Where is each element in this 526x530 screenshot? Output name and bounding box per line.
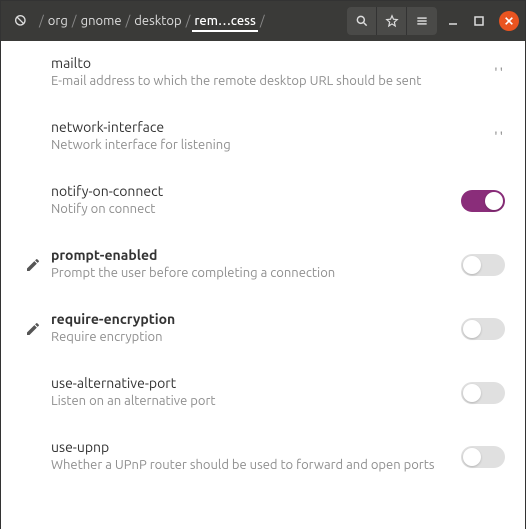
toggle-knob [485,192,503,210]
setting-value: '' [445,129,505,145]
close-button[interactable] [499,11,519,31]
setting-desc: Listen on an alternative port [51,393,445,411]
toggle-knob [463,256,481,274]
setting-text: mailto E-mail address to which the remote… [47,55,445,91]
edited-icon [19,321,47,337]
toggle-knob [463,320,481,338]
setting-key: notify-on-connect [51,183,445,199]
setting-key: require-encryption [51,311,445,327]
settings-list[interactable]: mailto E-mail address to which the remote… [1,41,525,530]
breadcrumb-sep: / [37,14,46,28]
setting-value [445,254,505,276]
crumb-gnome[interactable]: gnome [79,10,124,32]
setting-desc: Notify on connect [51,201,445,219]
bookmark-button[interactable] [377,7,407,35]
toggle-knob [463,384,481,402]
edited-icon [19,257,47,273]
crumb-remote-access[interactable]: rem…cess [192,10,257,32]
setting-row-mailto[interactable]: mailto E-mail address to which the remote… [1,41,525,105]
setting-text: notify-on-connect Notify on connect [47,183,445,219]
breadcrumb-sep: / [184,14,193,28]
app-icon [7,7,35,35]
breadcrumb-sep: / [258,14,267,28]
crumb-desktop[interactable]: desktop [132,10,183,32]
setting-text: use-alternative-port Listen on an alterna… [47,375,445,411]
toggle-knob [463,448,481,466]
titlebar: / org / gnome / desktop / rem…cess / [1,1,525,41]
setting-value: '' [445,65,505,81]
setting-row-require-encryption[interactable]: require-encryption Require encryption [1,297,525,361]
string-value: '' [494,129,505,145]
string-value: '' [494,65,505,81]
setting-desc: E-mail address to which the remote deskt… [51,73,445,91]
search-button[interactable] [347,7,377,35]
setting-key: mailto [51,55,445,71]
setting-key: prompt-enabled [51,247,445,263]
toggle-use-alternative-port[interactable] [461,382,505,404]
toggle-use-upnp[interactable] [461,446,505,468]
breadcrumb-sep: / [70,14,79,28]
setting-row-prompt-enabled[interactable]: prompt-enabled Prompt the user before com… [1,233,525,297]
toggle-require-encryption[interactable] [461,318,505,340]
setting-value [445,446,505,468]
toolbar-group [347,7,437,35]
setting-desc: Require encryption [51,329,445,347]
setting-row-use-upnp[interactable]: use-upnp Whether a UPnP router should be … [1,425,525,489]
setting-value [445,318,505,340]
breadcrumb: / org / gnome / desktop / rem…cess / [37,10,267,32]
setting-key: network-interface [51,119,445,135]
minimize-button[interactable] [441,9,465,33]
crumb-org[interactable]: org [46,10,70,32]
setting-text: network-interface Network interface for l… [47,119,445,155]
toggle-notify-on-connect[interactable] [461,190,505,212]
maximize-button[interactable] [467,9,491,33]
setting-desc: Network interface for listening [51,137,445,155]
setting-row-use-alternative-port[interactable]: use-alternative-port Listen on an alterna… [1,361,525,425]
setting-row-notify-on-connect[interactable]: notify-on-connect Notify on connect [1,169,525,233]
setting-desc: Whether a UPnP router should be used to … [51,457,445,475]
setting-row-network-interface[interactable]: network-interface Network interface for l… [1,105,525,169]
setting-text: require-encryption Require encryption [47,311,445,347]
breadcrumb-sep: / [124,14,133,28]
setting-value [445,190,505,212]
setting-key: use-alternative-port [51,375,445,391]
setting-value [445,382,505,404]
setting-desc: Prompt the user before completing a conn… [51,265,445,283]
setting-key: use-upnp [51,439,445,455]
menu-button[interactable] [407,7,437,35]
setting-text: prompt-enabled Prompt the user before com… [47,247,445,283]
setting-text: use-upnp Whether a UPnP router should be … [47,439,445,475]
toggle-prompt-enabled[interactable] [461,254,505,276]
